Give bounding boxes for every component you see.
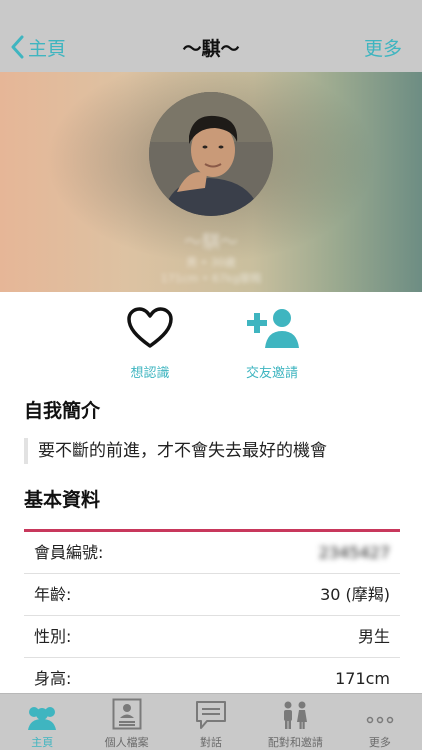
basic-info-table: 會員編號: 2345427 年齡: 30 (摩羯) 性別: 男生 身高: 171… <box>24 532 400 700</box>
profile-name-blurred: ～騏～ <box>184 232 238 253</box>
gender-value: 男生 <box>357 627 390 646</box>
table-row: 會員編號: 2345427 <box>24 532 400 574</box>
row-key: 年齡: <box>34 585 72 604</box>
tab-label: 主頁 <box>31 736 54 749</box>
age-value: 30 (摩羯) <box>320 585 390 604</box>
profile-card-icon <box>112 698 142 730</box>
couple-icon <box>284 701 308 729</box>
profile-stats-blurred: 171cm • 67kg摩羯 <box>160 272 262 285</box>
intro-heading: 自我簡介 <box>24 400 101 422</box>
chat-icon <box>196 701 227 729</box>
friend-invite-button[interactable]: 交友邀請 <box>222 304 322 381</box>
avatar[interactable] <box>149 92 273 216</box>
tab-label: 對話 <box>200 736 223 749</box>
tab-label: 更多 <box>368 736 391 749</box>
tab-match-invite[interactable]: 配對和邀請 <box>253 694 337 750</box>
table-row: 性別: 男生 <box>24 616 400 658</box>
page-title: ～騏～ <box>182 38 240 60</box>
tab-home[interactable]: 主頁 <box>0 694 84 750</box>
tab-label: 配對和邀請 <box>267 736 323 749</box>
action-bar: 想認識 交友邀請 <box>0 292 422 381</box>
add-friend-icon <box>247 309 299 348</box>
profile-summary-blurred: 男 • 30歲 <box>186 256 236 269</box>
tab-chat[interactable]: 對話 <box>169 694 253 750</box>
profile-header: ～騏～ 男 • 30歲 171cm • 67kg摩羯 <box>0 72 422 292</box>
intro-text: 要不斷的前進，才不會失去最好的機會 <box>24 438 327 464</box>
row-key: 會員編號: <box>34 543 104 562</box>
member-id-value: 2345427 <box>318 543 390 562</box>
people-icon <box>28 707 57 730</box>
more-dots-icon <box>366 716 394 724</box>
basic-info-heading: 基本資料 <box>24 489 101 511</box>
table-row: 年齡: 30 (摩羯) <box>24 574 400 616</box>
heart-icon <box>127 307 173 348</box>
avatar-photo <box>149 92 273 216</box>
want-to-know-label: 想認識 <box>130 366 170 381</box>
tab-profile[interactable]: 個人檔案 <box>84 694 168 750</box>
top-nav-bar: 主頁 ～騏～ 更多 <box>0 0 422 72</box>
tab-label: 個人檔案 <box>104 736 149 749</box>
want-to-know-button[interactable]: 想認識 <box>100 304 200 381</box>
tab-more[interactable]: 更多 <box>338 694 422 750</box>
friend-invite-label: 交友邀請 <box>245 366 298 381</box>
bottom-tab-bar: 主頁 個人檔案 對話 配對和邀請 更多 <box>0 693 422 750</box>
more-button[interactable]: 更多 <box>364 34 402 61</box>
row-key: 性別: <box>34 627 72 646</box>
